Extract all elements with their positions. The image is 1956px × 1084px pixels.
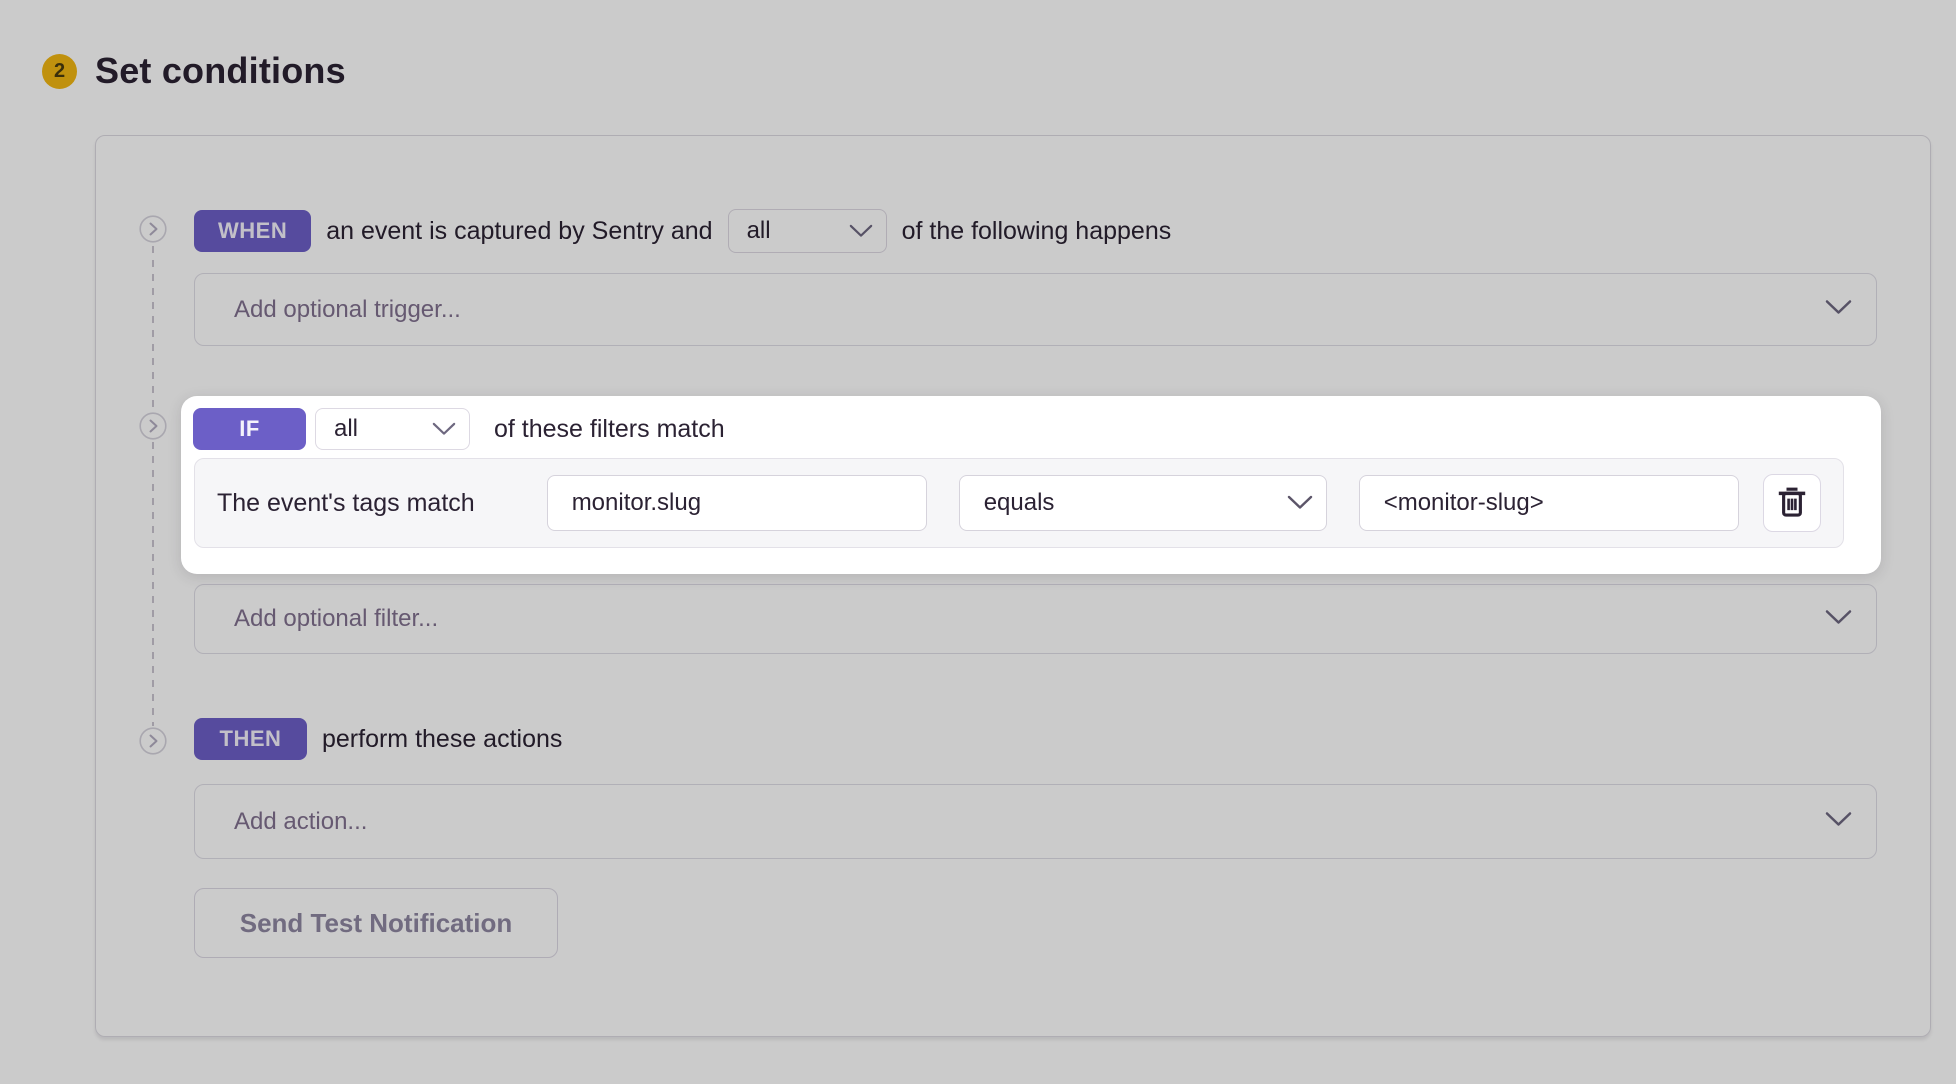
add-action-dropdown[interactable]: Add action... [194, 784, 1877, 859]
then-badge: THEN [194, 718, 307, 760]
filter-condition-label: The event's tags match [217, 489, 475, 518]
if-text-after: of these filters match [494, 415, 725, 444]
if-row: IF all of these filters match [193, 408, 1881, 450]
page-title: Set conditions [95, 50, 346, 92]
delete-filter-button[interactable] [1763, 474, 1821, 532]
trash-icon [1776, 485, 1808, 522]
filter-operator-select[interactable]: equals [959, 475, 1327, 531]
chevron-down-icon [1825, 811, 1852, 832]
step-connector-line [152, 246, 154, 726]
filter-value-input[interactable] [1359, 475, 1739, 531]
add-optional-filter-dropdown[interactable]: Add optional filter... [194, 584, 1877, 654]
when-text-before: an event is captured by Sentry and [326, 217, 712, 246]
when-row: WHEN an event is captured by Sentry and … [194, 209, 1171, 253]
add-optional-trigger-dropdown[interactable]: Add optional trigger... [194, 273, 1877, 346]
chevron-down-icon [1287, 489, 1313, 517]
if-highlight-card: IF all of these filters match The event'… [181, 396, 1881, 574]
when-all-select-value: all [747, 217, 771, 245]
if-badge: IF [193, 408, 306, 450]
then-row: THEN perform these actions [194, 717, 562, 761]
if-all-select-value: all [334, 415, 358, 443]
action-placeholder: Add action... [234, 808, 367, 836]
chevron-down-icon [432, 415, 456, 443]
when-all-select[interactable]: all [728, 209, 887, 253]
send-test-notification-button[interactable]: Send Test Notification [194, 888, 558, 958]
if-all-select[interactable]: all [315, 408, 470, 450]
filter-key-input[interactable] [547, 475, 927, 531]
chevron-right-circle-icon [139, 215, 167, 243]
when-text-after: of the following happens [902, 217, 1172, 246]
when-badge: WHEN [194, 210, 311, 252]
then-text: perform these actions [322, 725, 562, 754]
chevron-down-icon [849, 217, 873, 245]
trigger-placeholder: Add optional trigger... [234, 296, 461, 324]
filter-operator-value: equals [984, 489, 1055, 517]
chevron-right-circle-icon [139, 412, 167, 440]
chevron-down-icon [1825, 299, 1852, 320]
chevron-down-icon [1825, 609, 1852, 630]
page-header: 2 Set conditions [42, 50, 346, 92]
filter-condition-row: The event's tags match equals [194, 458, 1844, 548]
filter-placeholder: Add optional filter... [234, 605, 438, 633]
step-number-badge: 2 [42, 54, 77, 89]
conditions-panel: WHEN an event is captured by Sentry and … [95, 135, 1931, 1037]
screen: 2 Set conditions WHEN an event is [0, 0, 1956, 1084]
chevron-right-circle-icon [139, 727, 167, 755]
